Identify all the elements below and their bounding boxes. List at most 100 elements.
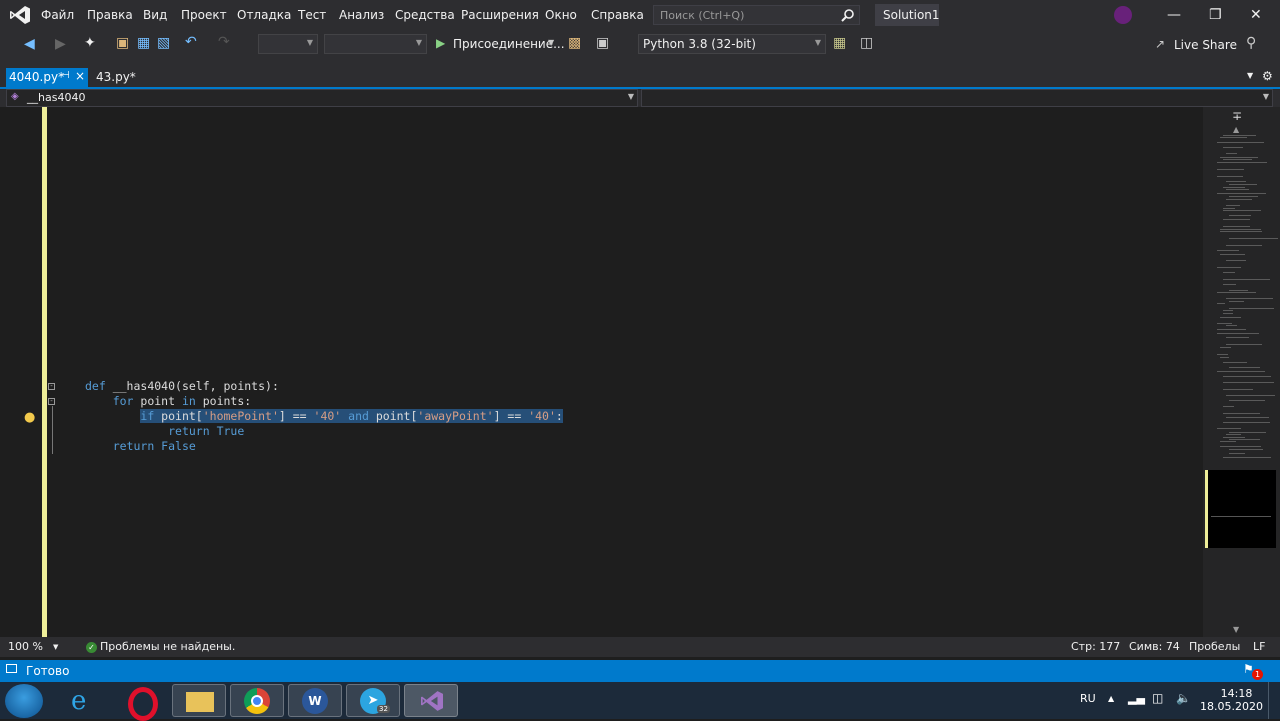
minimap-code-line (1226, 298, 1273, 299)
configuration-combo[interactable]: ▼ (258, 34, 318, 54)
minimap-viewport[interactable] (1205, 470, 1276, 548)
undo-icon[interactable]: ↶ (185, 34, 197, 50)
chrome-icon[interactable] (230, 684, 284, 717)
share-icon[interactable]: ↗ (1155, 37, 1165, 51)
menu-debug[interactable]: Отладка (237, 8, 291, 22)
settings-icon[interactable]: ⚙ (1262, 69, 1273, 83)
minimap-code-line (1223, 147, 1243, 148)
minimap-code-line (1217, 354, 1228, 355)
save-all-icon[interactable]: ▧ (157, 35, 170, 51)
minimap-code-line (1217, 162, 1267, 163)
visual-studio-taskbar-icon[interactable] (404, 684, 458, 717)
pin-icon[interactable]: ⊣ (61, 70, 70, 81)
power-icon[interactable]: ◫ (1152, 691, 1163, 705)
keyboard-language[interactable]: RU (1080, 692, 1096, 705)
minimap-code-line (1226, 344, 1262, 345)
minimap-code-line (1223, 382, 1274, 383)
live-share-button[interactable]: Live Share (1174, 38, 1237, 52)
minimap-code-line (1217, 371, 1265, 372)
menu-edit[interactable]: Правка (87, 8, 133, 22)
search-input[interactable]: Поиск (Ctrl+Q) (653, 5, 860, 25)
user-avatar[interactable] (1114, 6, 1132, 24)
line-ending[interactable]: LF (1253, 640, 1265, 653)
feedback-icon[interactable]: ⚲ (1246, 35, 1256, 51)
line-number[interactable]: Стр: 177 (1071, 640, 1120, 653)
minimize-icon[interactable]: — (1167, 7, 1181, 23)
collapse-icon[interactable]: - (48, 383, 55, 390)
restore-icon[interactable]: ❐ (1209, 7, 1222, 23)
minimap-code-line (1229, 215, 1251, 216)
code-line: for point in points: (112, 394, 252, 408)
minimap-code-line (1223, 279, 1270, 280)
code-line-selected: if point['homePoint'] == '40' and point[… (140, 409, 563, 423)
clock[interactable]: 14:18 18.05.2020 (1200, 687, 1263, 713)
visual-studio-logo-icon[interactable] (9, 5, 31, 25)
secondary-dropdown[interactable]: ▼ (641, 89, 1273, 107)
chevron-down-icon[interactable]: ▼ (548, 38, 554, 47)
tab-4040-py[interactable]: 4040.py* ⊣ × (6, 68, 88, 87)
member-dropdown[interactable]: ◈ __has4040 ▼ (6, 89, 638, 107)
issues-indicator[interactable]: ✓ Проблемы не найдены. (86, 640, 235, 653)
open-folder-icon[interactable]: ▣ (116, 35, 129, 51)
code-line: return False (112, 439, 196, 453)
layout-icon[interactable]: ◫ (860, 35, 873, 51)
minimap-code-line (1217, 193, 1266, 194)
package-icon[interactable]: ▦ (833, 35, 846, 51)
scroll-down-icon[interactable]: ▼ (1233, 625, 1239, 634)
internet-explorer-icon[interactable]: e (57, 684, 111, 717)
column-number[interactable]: Симв: 74 (1129, 640, 1180, 653)
volume-icon[interactable]: 🔈 (1176, 691, 1191, 705)
lightbulb-icon[interactable]: ● (24, 410, 35, 425)
start-button[interactable] (5, 684, 43, 718)
network-icon[interactable]: ▂▄ (1128, 692, 1145, 705)
back-icon[interactable]: ◀ (24, 36, 35, 52)
menu-analyze[interactable]: Анализ (339, 8, 384, 22)
minimap-code-line (1226, 417, 1269, 418)
save-icon[interactable]: ▦ (137, 35, 150, 51)
show-desktop-button[interactable] (1268, 682, 1280, 719)
chevron-down-icon: ▼ (814, 38, 821, 47)
minimap-code-line (1220, 254, 1245, 255)
search-icon (841, 9, 854, 22)
close-icon[interactable]: ✕ (1250, 7, 1262, 23)
zoom-chevron-down-icon[interactable]: ▼ (53, 643, 58, 651)
menu-test[interactable]: Тест (298, 8, 326, 22)
menu-project[interactable]: Проект (181, 8, 227, 22)
screenshot-icon[interactable]: ▣ (596, 35, 609, 51)
tray-expand-icon[interactable]: ▲ (1108, 694, 1114, 703)
menu-file[interactable]: Файл (41, 8, 74, 22)
code-editor[interactable] (0, 107, 1203, 637)
horizontal-scrollbar[interactable] (250, 642, 1045, 652)
split-icon[interactable]: ∓ (1232, 109, 1242, 123)
telegram-icon[interactable]: ➤ 32 (346, 684, 400, 717)
zoom-level[interactable]: 100 % (8, 640, 43, 653)
minimap-code-line (1217, 428, 1241, 429)
python-environment-combo[interactable]: Python 3.8 (32-bit) ▼ (638, 34, 826, 54)
minimap-code-line (1223, 226, 1250, 227)
forward-icon[interactable]: ▶ (55, 36, 66, 52)
play-icon[interactable]: ▶ (436, 36, 445, 50)
opera-icon[interactable] (114, 684, 168, 721)
scroll-up-icon[interactable]: ▲ (1233, 125, 1239, 134)
minimap-code-line (1217, 250, 1239, 251)
collapse-icon[interactable]: - (48, 398, 55, 405)
redo-icon[interactable]: ↷ (218, 34, 230, 50)
menu-help[interactable]: Справка (591, 8, 644, 22)
menu-tools[interactable]: Средства (395, 8, 455, 22)
close-tab-icon[interactable]: × (75, 69, 85, 83)
word-icon[interactable]: W (288, 684, 342, 717)
minimap-code-line (1223, 310, 1233, 311)
whitespace-mode[interactable]: Пробелы (1189, 640, 1240, 653)
code-text[interactable]: def __has4040(self, points): for point i… (85, 379, 563, 454)
file-explorer-icon[interactable] (172, 684, 226, 717)
menu-view[interactable]: Вид (143, 8, 167, 22)
menu-extensions[interactable]: Расширения (461, 8, 539, 22)
menu-window[interactable]: Окно (545, 8, 577, 22)
tab-43-py[interactable]: 43.py* (96, 70, 136, 84)
platform-combo[interactable]: ▼ (324, 34, 427, 54)
find-in-files-icon[interactable]: ▩ (568, 35, 581, 51)
tab-overflow-icon[interactable]: ▼ (1247, 71, 1253, 80)
new-project-icon[interactable]: ✦ (84, 35, 96, 51)
minimap-code-line (1223, 422, 1270, 423)
output-window-icon[interactable] (6, 664, 17, 673)
